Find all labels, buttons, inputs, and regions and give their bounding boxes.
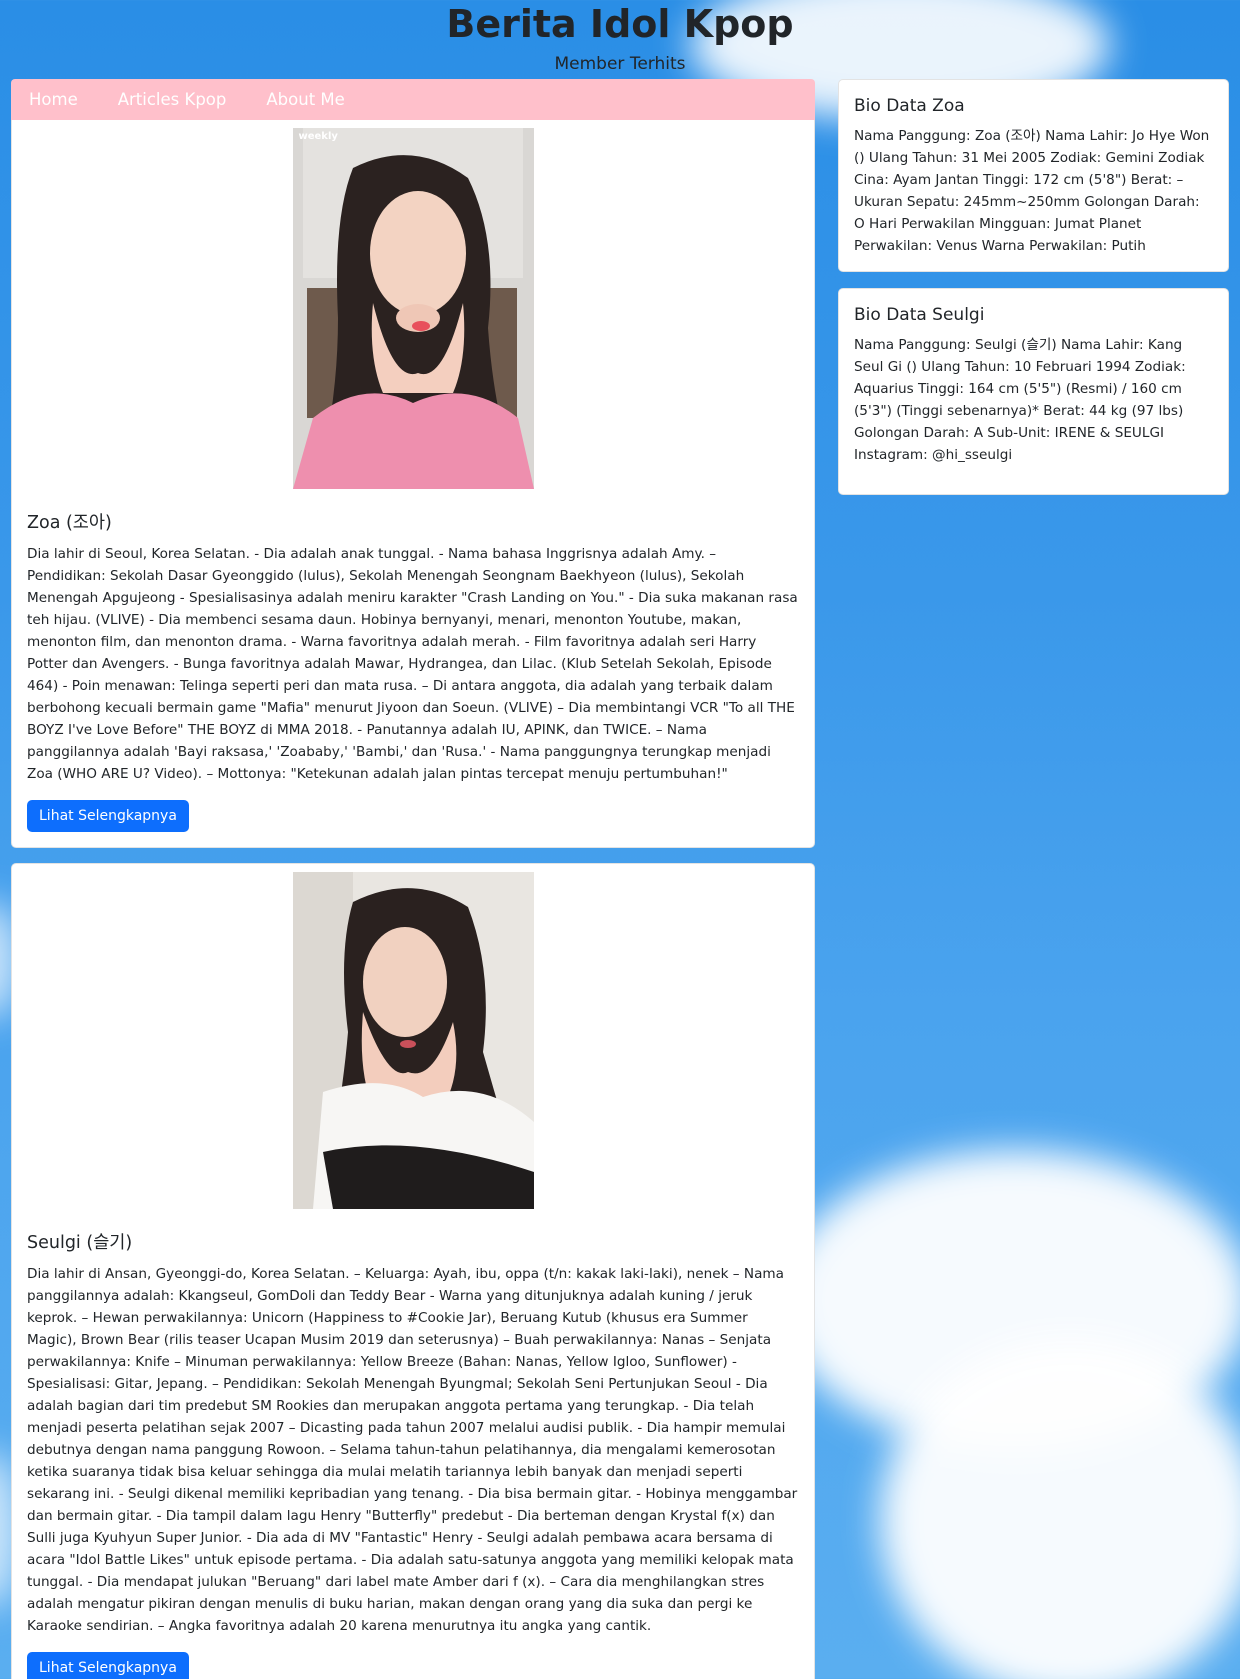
navbar: Home Articles Kpop About Me (11, 79, 815, 120)
article-title: Zoa (조아) (27, 513, 112, 533)
nav-about-link[interactable]: About Me (266, 90, 344, 109)
bio-card-body: Nama Panggung: Seulgi (슬기) Nama Lahir: K… (854, 337, 1186, 463)
bio-card-body: Nama Panggung: Zoa (조아) Nama Lahir: Jo H… (854, 128, 1210, 254)
read-more-button[interactable]: Lihat Selengkapnya (27, 1652, 189, 1679)
photo-wrap (27, 872, 799, 1213)
nav-articles-link[interactable]: Articles Kpop (118, 90, 227, 109)
article-photo (292, 872, 534, 1209)
article-body: Dia lahir di Ansan, Gyeonggi-do, Korea S… (27, 1266, 798, 1634)
bio-card: Bio Data Seulgi Nama Panggung: Seulgi (슬… (838, 288, 1229, 495)
article-title: Seulgi (슬기) (27, 1233, 133, 1253)
main-column: Home Articles Kpop About Me weekly Zoa (… (11, 79, 815, 1679)
portrait-image (292, 128, 534, 489)
site-header: Berita Idol Kpop Member Terhits (0, 0, 1240, 78)
article-card: weekly Zoa (조아) Dia lahir di Seoul, Kore… (11, 120, 815, 848)
bio-card-title: Bio Data Seulgi (854, 305, 985, 325)
article-card: Seulgi (슬기) Dia lahir di Ansan, Gyeonggi… (11, 863, 815, 1679)
nav-home-link[interactable]: Home (29, 90, 78, 109)
portrait-image (292, 872, 534, 1209)
article-body: Dia lahir di Seoul, Korea Selatan. - Dia… (27, 546, 798, 782)
photo-wrap: weekly (27, 128, 799, 493)
photo-watermark: weekly (298, 131, 338, 142)
sidebar: Bio Data Zoa Nama Panggung: Zoa (조아) Nam… (838, 79, 1229, 511)
bio-card: Bio Data Zoa Nama Panggung: Zoa (조아) Nam… (838, 79, 1229, 272)
article-photo: weekly (292, 128, 534, 489)
bio-card-title: Bio Data Zoa (854, 96, 965, 116)
read-more-button[interactable]: Lihat Selengkapnya (27, 800, 189, 832)
site-subtitle: Member Terhits (554, 54, 686, 74)
site-title: Berita Idol Kpop (446, 2, 794, 46)
